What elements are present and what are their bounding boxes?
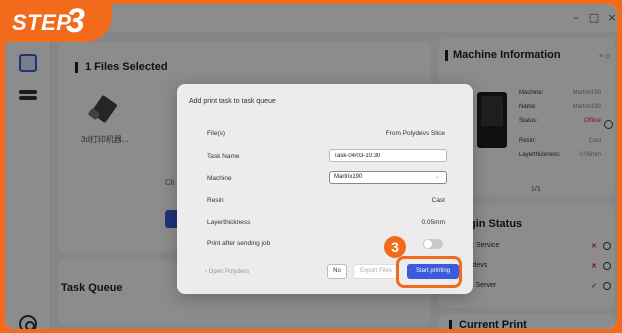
files-label: File(s) (207, 130, 226, 137)
layerthickness-label: Layerthickness (207, 219, 251, 226)
files-value: From Polydevs Slice (385, 130, 445, 137)
export-files-button[interactable]: Export Files (353, 264, 399, 279)
chevron-down-icon: ⌄ (434, 174, 440, 180)
machine-select[interactable]: Martrix190 ⌄ (329, 171, 447, 184)
resin-label: Resin (207, 197, 224, 204)
machine-label: Machine (207, 175, 232, 182)
start-printing-highlight (396, 256, 462, 288)
step-callout-badge: 3 (384, 236, 406, 258)
print-after-label: Print after sending job (207, 240, 271, 247)
app-window: – □ × 1 Files Selected 3d打印机器... Cli Tas… (5, 4, 617, 329)
step-badge: STEP 3 (0, 0, 112, 42)
no-button[interactable]: No (327, 264, 347, 279)
dialog-form: File(s) From Polydevs Slice Task Name Ma… (189, 118, 461, 262)
dialog-title: Add print task to task queue (189, 98, 276, 105)
layerthickness-value: 0.05mm (421, 219, 445, 226)
step-number: 3 (66, 2, 85, 40)
task-name-input[interactable] (329, 149, 447, 162)
resin-value: Cast (431, 197, 445, 204)
task-name-label: Task Name (207, 153, 240, 160)
open-polydevs-link[interactable]: ‹ Open Polydevs (205, 269, 249, 275)
machine-select-value: Martrix190 (334, 174, 363, 180)
print-after-toggle[interactable] (423, 239, 443, 249)
step-word: STEP (12, 10, 72, 35)
